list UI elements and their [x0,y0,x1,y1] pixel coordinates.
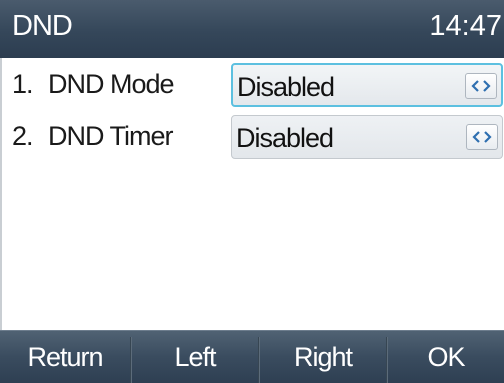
left-right-arrow-icon[interactable] [466,124,498,150]
phone-screen: DND 14:47 1. DND Mode Disabled 2. DND Time… [0,0,504,383]
ok-softkey[interactable]: OK [388,331,504,383]
left-softkey[interactable]: Left [132,331,258,383]
dnd-mode-value: Disabled [237,72,335,102]
clock: 14:47 [429,10,502,42]
setting-index: 2. [12,121,34,151]
setting-name: DND Mode [48,69,175,99]
softkey-bar: Return Left Right OK [0,330,504,383]
settings-list: 1. DND Mode Disabled 2. DND Timer Disabled [0,58,504,330]
setting-label-dnd-mode: 1. DND Mode [12,69,175,100]
left-right-arrow-icon[interactable] [465,73,497,99]
dnd-mode-select[interactable]: Disabled [231,63,503,107]
setting-row-dnd-timer[interactable]: 2. DND Timer Disabled [2,110,504,162]
dnd-timer-select[interactable]: Disabled [231,115,503,159]
page-title: DND [12,10,73,42]
title-bar: DND 14:47 [0,0,504,58]
right-softkey[interactable]: Right [260,331,386,383]
setting-label-dnd-timer: 2. DND Timer [12,121,173,152]
setting-index: 1. [12,69,34,99]
return-softkey[interactable]: Return [0,331,130,383]
dnd-timer-value: Disabled [236,123,334,153]
setting-name: DND Timer [48,121,173,151]
setting-row-dnd-mode[interactable]: 1. DND Mode Disabled [2,58,504,110]
